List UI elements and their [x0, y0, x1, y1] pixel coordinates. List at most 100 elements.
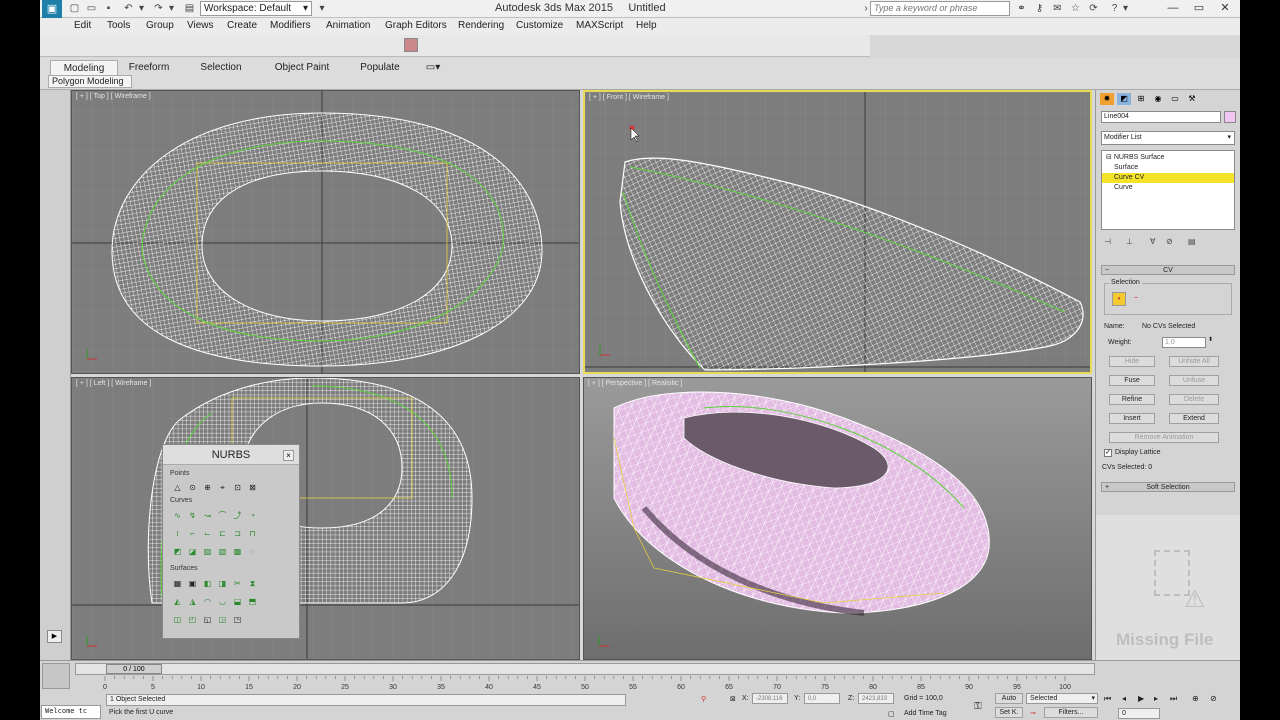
viewport-left-label[interactable]: [ + ] [ Left ] [ Wireframe ] [76, 380, 151, 387]
curve-tool-icon[interactable]: ⌙ [203, 529, 212, 538]
hide-button[interactable]: Hide [1109, 356, 1155, 367]
menu-graph-editors[interactable]: Graph Editors [385, 20, 447, 31]
time-slider[interactable]: 0 / 100 [75, 663, 1095, 675]
rollout-cv-header[interactable]: − CV [1101, 265, 1235, 275]
filters-button[interactable]: Filters... [1044, 707, 1098, 718]
viewport-perspective-label[interactable]: [ + ] [ Perspective ] [ Realistic ] [588, 380, 682, 387]
go-to-start-icon[interactable]: ⏮ [1104, 694, 1111, 704]
nurbs-title[interactable]: NURBS [163, 445, 299, 465]
viewport-front[interactable]: [ + ] [ Front ] [ Wireframe ] [583, 90, 1092, 374]
point-tool-icon[interactable]: △ [173, 483, 182, 492]
undo-icon[interactable]: ↶ [122, 2, 135, 15]
surface-tool-icon[interactable]: ◰ [188, 615, 197, 624]
insert-button[interactable]: Insert [1109, 413, 1155, 424]
play-icon[interactable]: ▶ [1138, 694, 1144, 703]
stack-item-curve-cv[interactable]: Curve CV [1102, 173, 1234, 183]
point-tool-icon[interactable]: ⌖ [218, 483, 227, 492]
point-tool-icon[interactable]: ⊙ [188, 483, 197, 492]
curve-tool-icon[interactable]: ▧ [218, 547, 227, 556]
redo-dropdown-icon[interactable]: ▾ [165, 2, 178, 15]
extend-button[interactable]: Extend [1169, 413, 1219, 424]
rollout-soft-selection-header[interactable]: + Soft Selection [1101, 482, 1235, 492]
menu-customize[interactable]: Customize [516, 20, 563, 31]
surface-tool-icon[interactable]: ▣ [188, 579, 197, 588]
close-icon[interactable]: × [283, 450, 294, 461]
lock-selection-icon[interactable]: ⚲ [701, 695, 706, 703]
menu-tools[interactable]: Tools [107, 20, 130, 31]
time-slider-thumb[interactable]: 0 / 100 [106, 664, 162, 674]
surface-tool-icon[interactable]: ⬓ [233, 597, 242, 606]
surface-tool-icon[interactable]: ◠ [203, 597, 212, 606]
menu-rendering[interactable]: Rendering [458, 20, 504, 31]
fuse-button[interactable]: Fuse [1109, 375, 1155, 386]
create-tab-icon[interactable]: ✹ [1100, 93, 1114, 105]
curve-level-icon[interactable]: − [1129, 292, 1143, 306]
object-color-swatch[interactable] [1224, 111, 1236, 123]
key-filter-dropdown[interactable]: Selected ▾ [1026, 693, 1098, 704]
save-file-icon[interactable]: ▪ [102, 2, 115, 15]
key-icon[interactable]: ⚷ [1033, 2, 1046, 15]
tab-object-paint[interactable]: Object Paint [266, 60, 338, 75]
help-dropdown-icon[interactable]: ▾ [1121, 2, 1130, 15]
viewport-left[interactable]: [ + ] [ Left ] [ Wireframe ] [71, 377, 580, 660]
menu-views[interactable]: Views [187, 20, 214, 31]
surface-tool-icon[interactable]: ◡ [218, 597, 227, 606]
viewport-top-label[interactable]: [ + ] [ Top ] [ Wireframe ] [76, 93, 151, 100]
open-file-icon[interactable]: ▭ [85, 2, 98, 15]
remove-modifier-icon[interactable]: ⊘ [1166, 237, 1173, 246]
curve-tool-icon[interactable]: ⊏ [218, 529, 227, 538]
current-frame-input[interactable]: 0 [1118, 708, 1160, 719]
make-unique-icon[interactable]: ∀ [1150, 237, 1155, 246]
menu-help[interactable]: Help [636, 20, 657, 31]
curve-tool-icon[interactable]: ◪ [188, 547, 197, 556]
surface-tool-icon[interactable]: ◳ [233, 615, 242, 624]
close-icon[interactable]: ✕ [1212, 0, 1238, 17]
hierarchy-tab-icon[interactable]: ⊞ [1134, 93, 1148, 105]
curve-tool-icon[interactable]: ↯ [188, 511, 197, 520]
surface-tool-icon[interactable]: ▦ [173, 579, 182, 588]
stack-item-curve[interactable]: Curve [1102, 183, 1234, 193]
unhide-all-button[interactable]: Unhide All [1169, 356, 1219, 367]
sign-in-icon[interactable]: ⟳ [1087, 2, 1100, 15]
modifier-list-dropdown[interactable]: Modifier List ▾ [1101, 131, 1235, 145]
display-lattice-checkbox[interactable]: ✓ [1104, 449, 1112, 457]
configure-sets-icon[interactable]: ▤ [1188, 237, 1196, 246]
absolute-mode-icon[interactable]: ⊠ [730, 695, 736, 703]
surface-tool-icon[interactable]: ◧ [203, 579, 212, 588]
search-input[interactable]: Type a keyword or phrase [870, 1, 1010, 16]
curve-tool-icon[interactable]: ⤴ [233, 511, 242, 520]
x-coord-input[interactable]: -2308,116 [752, 693, 788, 704]
curve-tool-icon[interactable]: ⌐ [188, 529, 197, 538]
remove-animation-button[interactable]: Remove Animation [1109, 432, 1219, 443]
menu-modifiers[interactable]: Modifiers [270, 20, 311, 31]
viewport-layout-icon[interactable] [42, 663, 70, 689]
tab-freeform[interactable]: Freeform [120, 60, 178, 75]
curve-tool-icon[interactable]: ◌ [248, 547, 257, 556]
panel-polygon-modeling[interactable]: Polygon Modeling [48, 75, 132, 88]
tab-populate[interactable]: Populate [352, 60, 408, 75]
menu-maxscript[interactable]: MAXScript [576, 20, 623, 31]
timeline-ruler[interactable]: 0 5 10 15 20 25 30 35 40 45 50 55 60 65 70 75 80 85 90 95 10… [75, 676, 1095, 692]
go-to-end-icon[interactable]: ⏭ [1170, 694, 1177, 704]
tab-modeling[interactable]: Modeling [50, 60, 118, 75]
curve-tool-icon[interactable]: ◩ [173, 547, 182, 556]
auto-key-button[interactable]: Auto [995, 693, 1023, 704]
project-folder-icon[interactable]: ▤ [183, 2, 196, 15]
curve-tool-icon[interactable]: ▨ [203, 547, 212, 556]
curve-tool-icon[interactable]: ⊐ [233, 529, 242, 538]
curve-tool-icon[interactable]: ▩ [233, 547, 242, 556]
surface-tool-icon[interactable]: ◨ [218, 579, 227, 588]
next-frame-icon[interactable]: ▸ [1154, 694, 1158, 703]
pin-stack-icon[interactable]: ⊣ [1104, 237, 1111, 246]
surface-tool-icon[interactable]: ◮ [188, 597, 197, 606]
surface-tool-icon[interactable]: ✂ [233, 579, 242, 588]
maximize-icon[interactable]: ▭ [1186, 0, 1212, 17]
point-tool-icon[interactable]: ⊠ [248, 483, 257, 492]
maxscript-listener-input[interactable]: Welcome tc [41, 705, 101, 719]
redo-icon[interactable]: ↷ [152, 2, 165, 15]
tab-selection[interactable]: Selection [190, 60, 252, 75]
stack-item-nurbs-surface[interactable]: ⊟ NURBS Surface [1102, 153, 1234, 163]
toolbar-tool-icon[interactable] [404, 38, 418, 52]
modify-tab-icon[interactable]: ◩ [1117, 93, 1131, 105]
y-coord-input[interactable]: 0,0 [804, 693, 840, 704]
